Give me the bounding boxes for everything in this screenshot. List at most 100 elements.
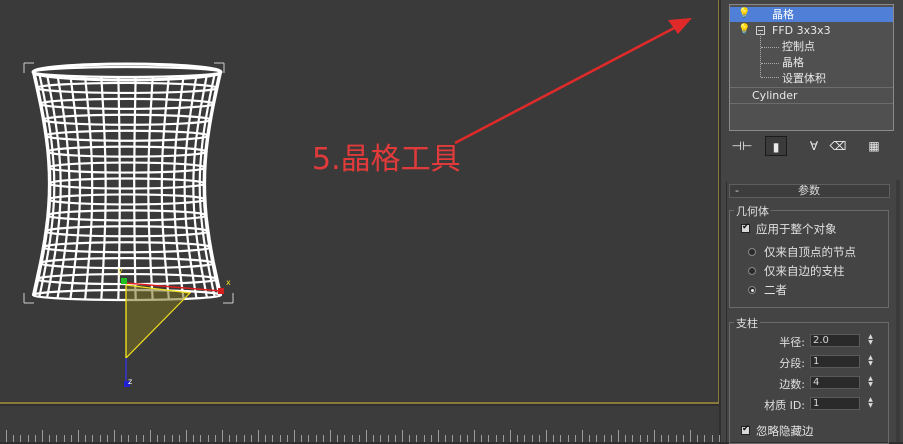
rollout-header[interactable]: - 参数	[729, 184, 890, 198]
lattice-ring	[46, 145, 208, 158]
timeline-tick	[589, 435, 591, 442]
timeline-tick	[171, 435, 173, 442]
lightbulb-icon[interactable]: 💡	[738, 9, 750, 19]
radio-label: 仅来自顶点的节点	[764, 245, 856, 259]
command-panel: 💡 晶格 💡 FFD 3x3x3 控制点 晶格 设置体积 Cylinder ⊣⊢…	[721, 0, 903, 444]
timeline-tick	[63, 435, 65, 442]
timeline-tick	[301, 435, 303, 442]
radio-nodes-only[interactable]	[748, 248, 756, 256]
timeline-tick	[704, 435, 706, 442]
spinner-arrows-icon[interactable]: ▲ ▼	[866, 334, 875, 347]
timeline-tick	[27, 435, 29, 442]
timeline-tick	[279, 435, 281, 442]
timeline-tick	[466, 435, 468, 442]
timeline-tick	[294, 430, 295, 442]
sides-input[interactable]: 4	[810, 376, 860, 389]
timeline-tick	[697, 435, 699, 442]
stack-item-label: 晶格	[772, 8, 794, 21]
spinner-arrows-icon[interactable]: ▲ ▼	[866, 376, 875, 389]
timeline-tick	[128, 435, 130, 442]
timeline-tick	[416, 435, 418, 442]
annotation-arrow	[454, 18, 692, 145]
timeline-tick	[178, 435, 180, 442]
timeline-tick	[488, 435, 490, 442]
viewport-perspective[interactable]: x y z 5.晶格工具	[0, 0, 719, 404]
timeline-tick	[546, 430, 547, 442]
stack-item-lattice[interactable]: 💡 晶格	[730, 7, 893, 22]
lattice-ring	[47, 177, 207, 190]
material-id-input[interactable]: 1	[810, 397, 860, 410]
timeline-tick	[322, 435, 324, 442]
timeline-tick	[502, 435, 504, 442]
remove-modifier-icon[interactable]: ⌫	[827, 136, 849, 156]
sides-label: 边数:	[779, 378, 805, 391]
timeline-tick	[574, 435, 576, 442]
segments-input[interactable]: 1	[810, 355, 860, 368]
timeline-tick	[654, 430, 655, 442]
timeline-tick	[222, 430, 223, 442]
timeline-tick	[387, 435, 389, 442]
radio-struts-only[interactable]	[748, 267, 756, 275]
group-title: 几何体	[734, 203, 771, 219]
timeline-tick	[250, 435, 252, 442]
lattice-ring	[47, 193, 207, 206]
timeline-tick	[682, 435, 684, 442]
timeline-tick	[560, 435, 562, 442]
timeline-tick	[603, 435, 605, 442]
pin-stack-icon[interactable]: ⊣⊢	[731, 136, 753, 156]
annotation-label: 5.晶格工具	[312, 142, 461, 177]
spinner-arrows-icon[interactable]: ▲ ▼	[866, 397, 875, 410]
timeline-tick	[668, 435, 670, 442]
timeline-tick	[315, 435, 317, 442]
timeline-tick	[596, 435, 598, 442]
show-end-result-icon[interactable]: ▮	[765, 136, 787, 156]
timeline-tick	[337, 435, 339, 442]
panel-scrollbar[interactable]	[896, 180, 900, 442]
timeline-ruler[interactable]	[0, 406, 720, 442]
timeline-tick	[366, 430, 367, 442]
stack-item-label: 控制点	[782, 40, 815, 53]
stack-subitem-lattice[interactable]: 晶格	[730, 55, 893, 70]
timeline-tick	[92, 435, 94, 442]
timeline-tick	[200, 435, 202, 442]
stack-item-cylinder[interactable]: Cylinder	[730, 88, 893, 103]
timeline-tick	[78, 430, 79, 442]
configure-modifier-sets-icon[interactable]: ▦	[863, 136, 885, 156]
radius-label: 半径:	[779, 336, 805, 349]
stack-subitem-control-points[interactable]: 控制点	[730, 39, 893, 54]
timeline-tick	[121, 435, 123, 442]
apply-whole-checkbox[interactable]	[741, 222, 750, 233]
radio-both[interactable]	[748, 286, 756, 294]
timeline-tick	[308, 435, 310, 442]
stack-divider	[730, 103, 893, 104]
stack-item-ffd[interactable]: 💡 FFD 3x3x3	[730, 23, 893, 38]
timeline-tick	[409, 435, 411, 442]
timeline-tick	[272, 435, 274, 442]
lattice-ring	[44, 129, 210, 142]
timeline-tick	[344, 435, 346, 442]
lightbulb-icon[interactable]: 💡	[738, 25, 750, 35]
timeline-tick	[186, 430, 187, 442]
apply-whole-label: 应用于整个对象	[756, 222, 837, 236]
timeline-tick	[495, 435, 497, 442]
timeline-tick	[135, 435, 137, 442]
timeline-tick	[632, 435, 634, 442]
make-unique-icon[interactable]: ∀	[803, 136, 825, 156]
timeline-tick	[474, 430, 475, 442]
lattice-ring	[47, 161, 207, 174]
svg-text:x: x	[226, 278, 231, 287]
timeline-tick	[510, 430, 511, 442]
ignore-hidden-edges-checkbox[interactable]	[741, 424, 750, 435]
timeline-tick	[553, 435, 555, 442]
timeline-tick	[157, 435, 159, 442]
spinner-arrows-icon[interactable]: ▲ ▼	[866, 355, 875, 368]
timeline-tick	[330, 430, 331, 442]
ignore-hidden-edges-label: 忽略隐藏边	[756, 424, 814, 438]
stack-subitem-set-volume[interactable]: 设置体积	[730, 71, 893, 86]
timeline-tick	[164, 435, 166, 442]
radius-input[interactable]: 2.0	[810, 334, 860, 347]
timeline-tick	[394, 435, 396, 442]
stack-item-label: 晶格	[782, 56, 804, 69]
modifier-stack-list[interactable]: 💡 晶格 💡 FFD 3x3x3 控制点 晶格 设置体积 Cylinder	[729, 4, 894, 131]
timeline-tick	[150, 430, 151, 442]
